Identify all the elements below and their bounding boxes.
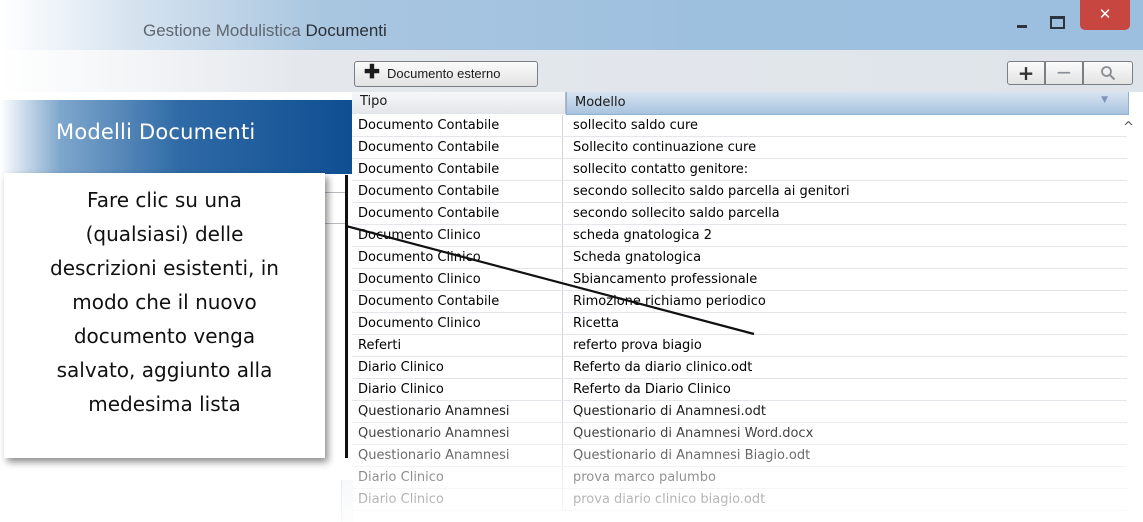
- callout-line-text: descrizioni esistenti, in: [50, 256, 279, 280]
- cell-tipo: Diario Clinico: [352, 489, 563, 510]
- cell-modello: prova marco palumbo: [573, 470, 716, 485]
- app-window: Gestione Modulistica Documenti ✕ ✚ Docum…: [0, 0, 1143, 522]
- cell-tipo: Documento Contabile: [352, 181, 563, 202]
- cell-tipo: Diario Clinico: [352, 357, 563, 378]
- table-row[interactable]: Diario Clinico Referto da diario clinico.…: [352, 357, 1127, 379]
- callout-line-text: Fare clic su una: [87, 188, 242, 212]
- cell-modello: sollecito contatto genitore:: [573, 162, 749, 177]
- cell-modello: Sollecito continuazione cure: [573, 140, 757, 155]
- cell-tipo: Questionario Anamnesi: [352, 445, 563, 466]
- cell-modello: Questionario di Anamnesi Biagio.odt: [573, 448, 811, 463]
- cell-tipo: Documento Clinico: [352, 225, 563, 246]
- cell-modello: Referto da diario clinico.odt: [573, 360, 753, 375]
- cell-tipo: Diario Clinico: [352, 379, 563, 400]
- minimize-button[interactable]: [1007, 8, 1037, 32]
- chevron-up-icon[interactable]: ^: [1123, 120, 1134, 135]
- cell-tipo: Documento Contabile: [352, 203, 563, 224]
- cell-tipo: Documento Clinico: [352, 313, 563, 334]
- tool-button-group: + −: [1007, 61, 1133, 85]
- cell-modello: Questionario di Anamnesi Word.docx: [573, 426, 814, 441]
- table-row[interactable]: Documento Clinico Scheda gnatologica: [352, 247, 1127, 269]
- table-row[interactable]: Documento Contabile Rimozione richiamo pe…: [352, 291, 1127, 313]
- table-row[interactable]: Documento Contabile sollecito contatto ge…: [352, 159, 1127, 181]
- table-row[interactable]: Referti referto prova biagio: [352, 335, 1127, 357]
- cell-tipo: Diario Clinico: [352, 467, 563, 488]
- cell-tipo: Referti: [352, 335, 563, 356]
- table-row[interactable]: Documento Clinico scheda gnatologica 2: [352, 225, 1127, 247]
- column-header-tipo-label: Tipo: [360, 94, 388, 109]
- minus-icon: −: [1055, 60, 1073, 84]
- title-bar: Gestione Modulistica Documenti ✕: [0, 0, 1143, 50]
- callout-box: Fare clic su una (qualsiasi) delle descriz…: [4, 173, 325, 458]
- table-row[interactable]: Questionario Anamnesi Questionario di Ana…: [352, 423, 1127, 445]
- table-body: Documento Contabile sollecito saldo cure D…: [352, 115, 1127, 511]
- documents-table: Tipo Modello ▼ Documento Contabile sollec…: [352, 92, 1143, 522]
- close-button[interactable]: ✕: [1080, 0, 1130, 30]
- cell-tipo: Documento Contabile: [352, 115, 563, 136]
- cell-modello: Sbiancamento professionale: [573, 272, 758, 287]
- external-document-button[interactable]: ✚ Documento esterno: [354, 61, 538, 87]
- cell-tipo: Documento Contabile: [352, 291, 563, 312]
- table-row[interactable]: Questionario Anamnesi Questionario di Ana…: [352, 445, 1127, 467]
- toolbar: [0, 50, 1143, 92]
- cell-modello: scheda gnatologica 2: [573, 228, 712, 243]
- callout-line-text: documento venga: [73, 324, 256, 348]
- table-row[interactable]: Documento Contabile Sollecito continuazio…: [352, 137, 1127, 159]
- table-row[interactable]: Diario Clinico prova diario clinico biagi…: [352, 489, 1127, 511]
- cell-tipo: Documento Contabile: [352, 159, 563, 180]
- cell-tipo: Documento Clinico: [352, 247, 563, 268]
- table-row[interactable]: Documento Clinico Sbiancamento profession…: [352, 269, 1127, 291]
- close-icon: ✕: [1098, 5, 1112, 23]
- search-button[interactable]: [1083, 61, 1133, 85]
- cell-tipo: Documento Contabile: [352, 137, 563, 158]
- cell-modello: referto prova biagio: [573, 338, 702, 353]
- callout-line-text: (qualsiasi) delle: [85, 222, 244, 246]
- cell-modello: sollecito saldo cure: [573, 118, 699, 133]
- cell-modello: Scheda gnatologica: [573, 250, 702, 265]
- callout-line-text: salvato, aggiunto alla: [56, 358, 273, 382]
- external-document-label: Documento esterno: [387, 66, 501, 81]
- table-row[interactable]: Diario Clinico prova marco palumbo: [352, 467, 1127, 489]
- sidebar-title: Modelli Documenti: [56, 120, 256, 144]
- add-button[interactable]: +: [1007, 61, 1045, 85]
- plus-icon: +: [1017, 61, 1035, 85]
- table-row[interactable]: Documento Contabile sollecito saldo cure: [352, 115, 1127, 137]
- search-icon: [1101, 66, 1116, 81]
- cell-modello: secondo sollecito saldo parcella ai geni…: [573, 184, 850, 199]
- callout-text: Fare clic su una (qualsiasi) delle descriz…: [4, 183, 325, 421]
- cell-modello: secondo sollecito saldo parcella: [573, 206, 780, 221]
- callout-line-text: modo che il nuovo: [72, 290, 257, 314]
- plus-icon: ✚: [364, 62, 380, 83]
- cell-modello: prova diario clinico biagio.odt: [573, 492, 766, 507]
- window-title-prefix: Gestione Modulistica: [143, 21, 306, 40]
- column-header-tipo[interactable]: Tipo: [352, 92, 566, 114]
- table-row[interactable]: Diario Clinico Referto da Diario Clinico: [352, 379, 1127, 401]
- cell-modello: Questionario di Anamnesi.odt: [573, 404, 766, 419]
- cell-tipo: Documento Clinico: [352, 269, 563, 290]
- table-row[interactable]: Documento Contabile secondo sollecito sal…: [352, 181, 1127, 203]
- cell-tipo: Questionario Anamnesi: [352, 401, 563, 422]
- maximize-button[interactable]: [1042, 8, 1072, 32]
- cell-modello: Rimozione richiamo periodico: [573, 294, 766, 309]
- sort-down-icon: ▼: [1101, 95, 1108, 105]
- table-row[interactable]: Documento Clinico Ricetta: [352, 313, 1127, 335]
- cell-tipo: Questionario Anamnesi: [352, 423, 563, 444]
- column-header-modello[interactable]: Modello ▼: [566, 92, 1129, 115]
- window-title-suffix: Documenti: [305, 21, 387, 40]
- window-title: Gestione Modulistica Documenti: [143, 21, 387, 41]
- callout-line-text: medesima lista: [88, 392, 241, 416]
- cell-modello: Referto da Diario Clinico: [573, 382, 731, 397]
- column-header-modello-label: Modello: [575, 95, 626, 110]
- remove-button[interactable]: −: [1045, 61, 1083, 85]
- table-row[interactable]: Questionario Anamnesi Questionario di Ana…: [352, 401, 1127, 423]
- callout-bracket: [345, 175, 348, 458]
- table-row[interactable]: Documento Contabile secondo sollecito sal…: [352, 203, 1127, 225]
- cell-modello: Ricetta: [573, 316, 619, 331]
